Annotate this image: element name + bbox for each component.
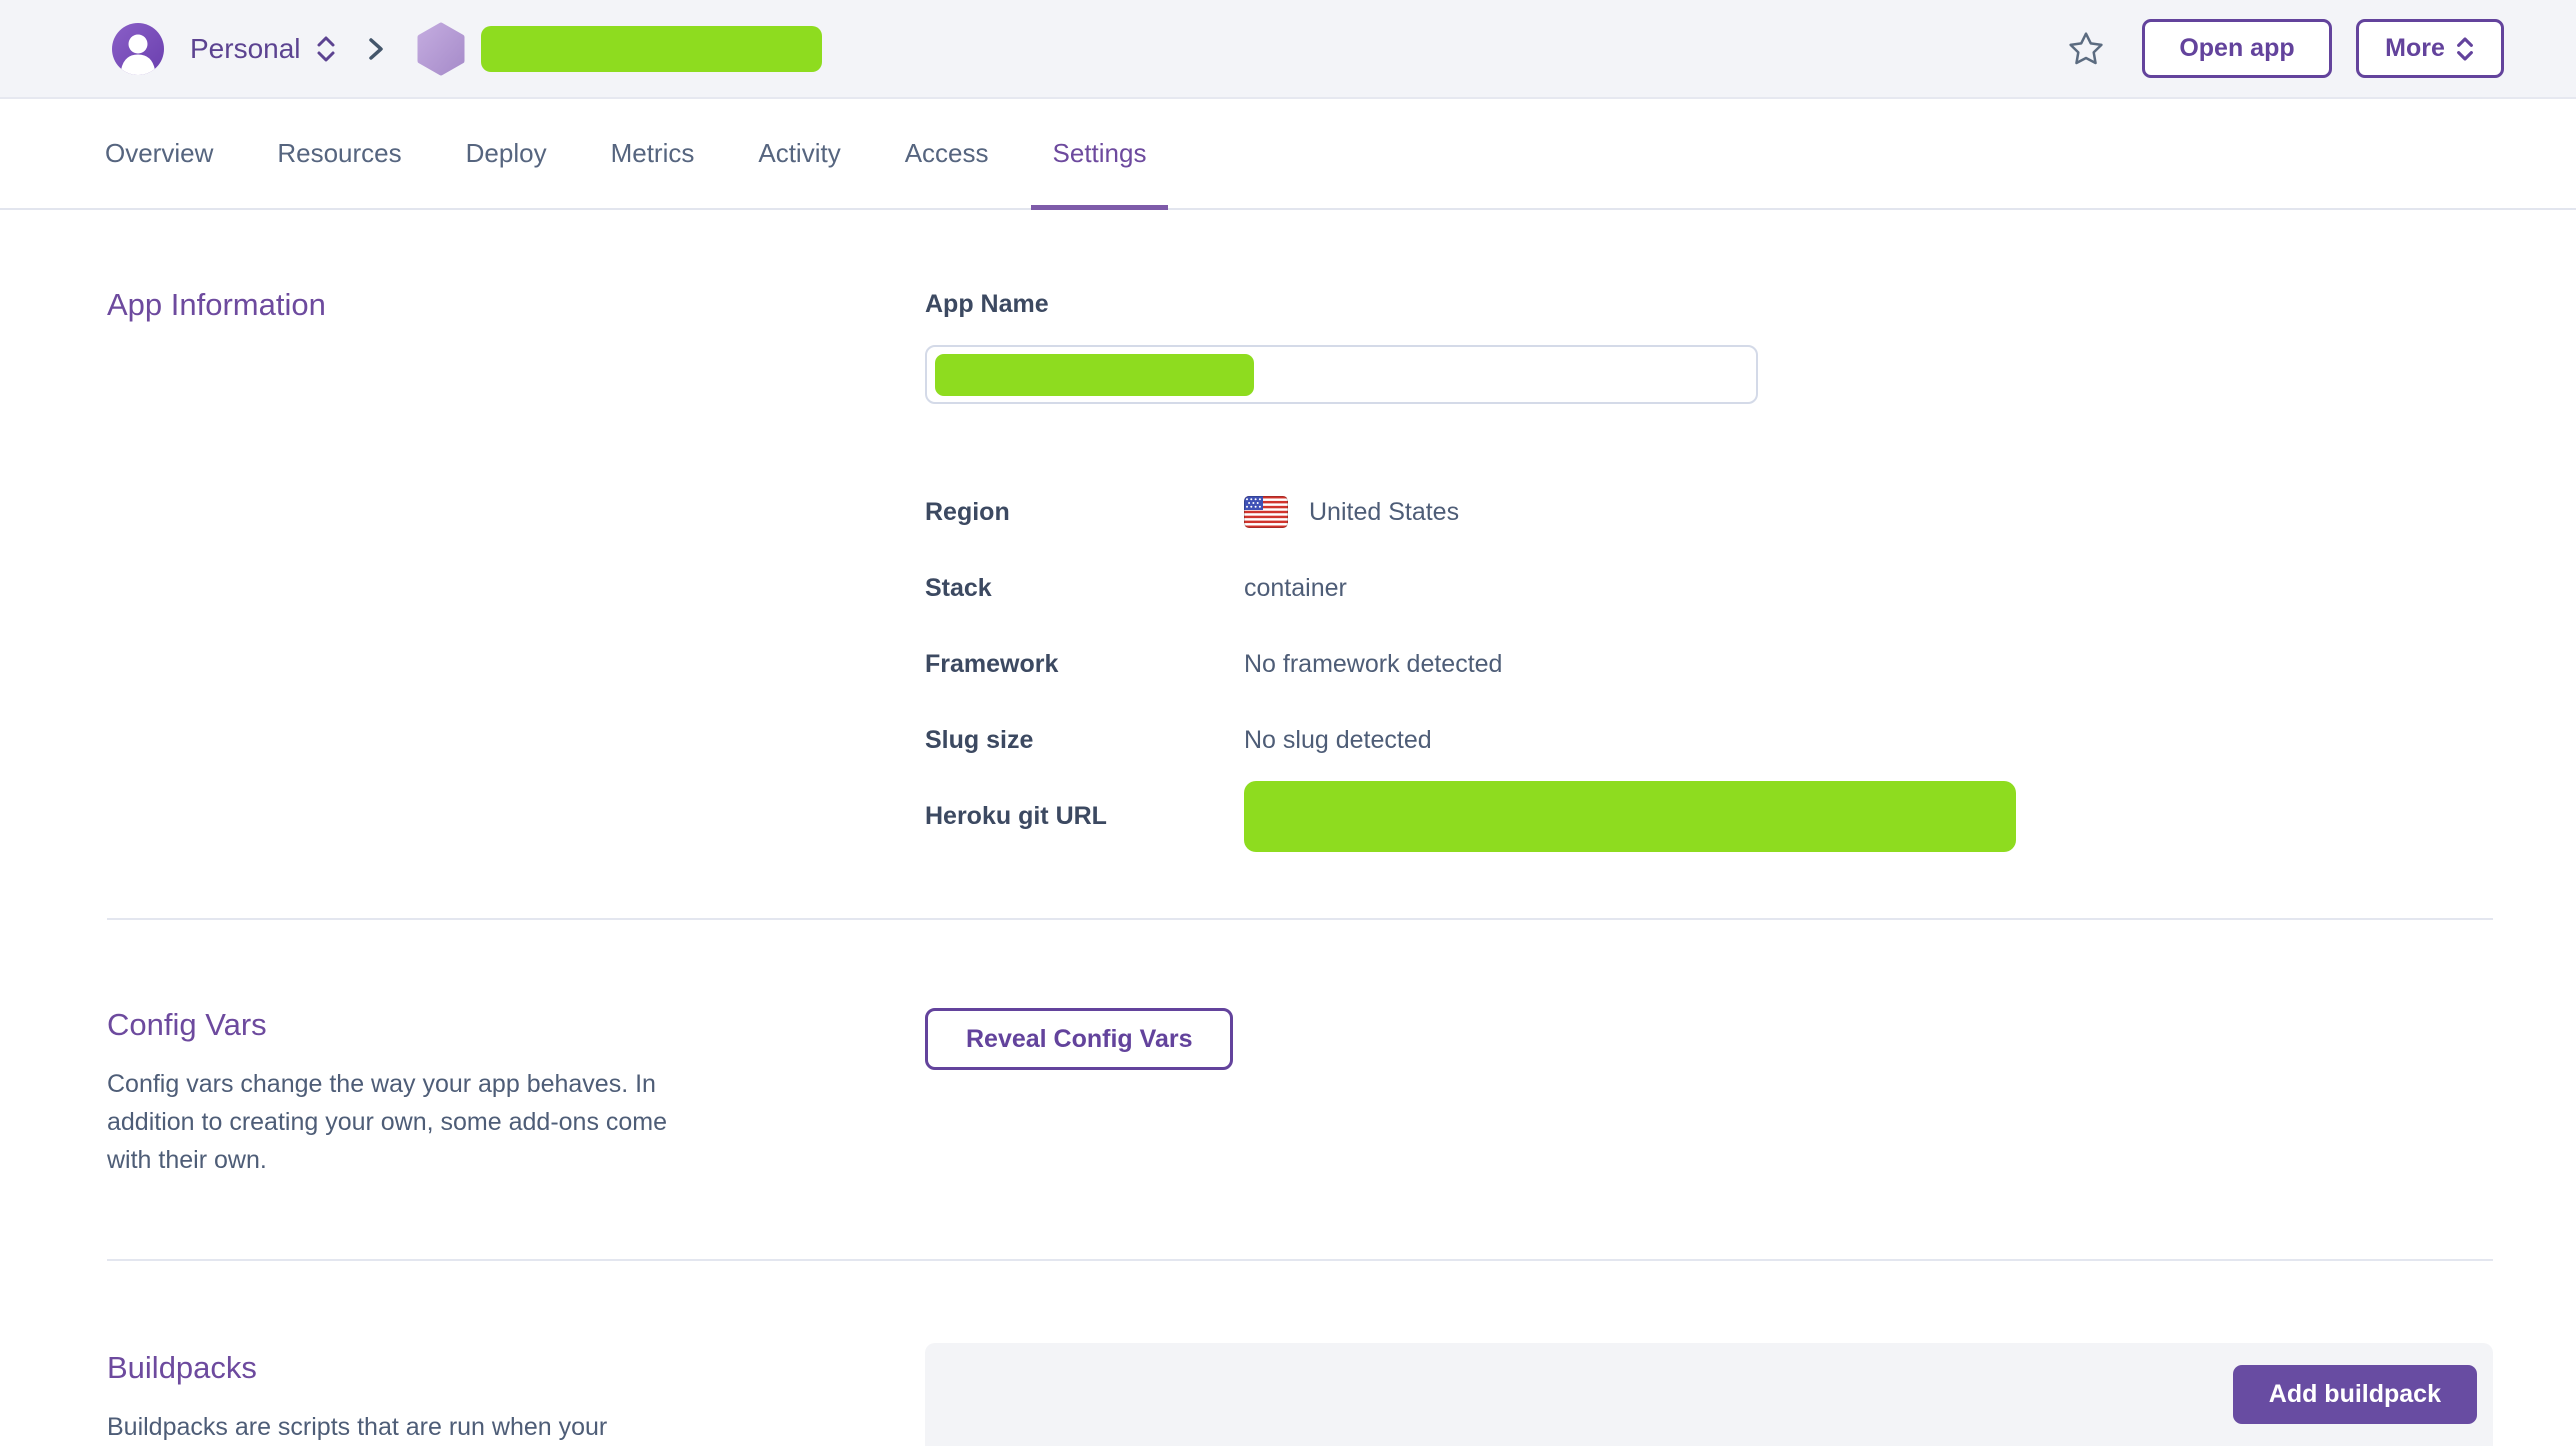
workspace-selector[interactable]: Personal [190,33,301,65]
app-nav-tabs: Overview Resources Deploy Metrics Activi… [0,99,2576,210]
more-button-label: More [2385,34,2445,63]
buildpacks-description: Buildpacks are scripts that are run when… [107,1408,672,1446]
framework-label: Framework [925,650,1244,679]
breadcrumb: Personal [112,22,822,76]
workspace-sort-chevrons-icon[interactable] [315,34,337,64]
chevron-right-icon [365,33,387,65]
app-name-input[interactable] [925,345,1758,404]
slug-size-value: No slug detected [1244,726,1432,755]
tab-metrics[interactable]: Metrics [589,99,717,208]
config-vars-section: Config Vars Config vars change the way y… [0,1008,2576,1179]
app-name-input-redacted [935,354,1254,396]
buildpacks-heading: Buildpacks [107,1351,925,1384]
tab-overview[interactable]: Overview [83,99,235,208]
app-name-label: App Name [925,288,2493,321]
open-app-button[interactable]: Open app [2142,19,2332,78]
region-row: Region [925,474,2493,550]
favorite-star-icon[interactable] [2066,29,2106,69]
region-value: United States [1244,496,1459,528]
app-information-fields-col: App Name Region [925,288,2493,854]
slug-size-label: Slug size [925,726,1244,755]
app-name-redacted[interactable] [481,26,822,72]
more-sort-chevrons-icon [2455,35,2475,63]
more-button[interactable]: More [2356,19,2504,78]
app-information-rows: Region [925,474,2493,854]
buildpacks-panel-col: Add buildpack [925,1343,2493,1446]
user-avatar-icon[interactable] [112,23,164,75]
app-information-heading-col: App Information [107,288,925,854]
tab-settings[interactable]: Settings [1031,99,1169,208]
top-bar: Personal [0,0,2576,99]
buildpacks-panel: Add buildpack [925,1343,2493,1446]
tab-access[interactable]: Access [883,99,1011,208]
reveal-config-vars-button[interactable]: Reveal Config Vars [925,1008,1233,1070]
buildpacks-text-col: Buildpacks Buildpacks are scripts that a… [107,1351,925,1446]
us-flag-icon [1244,496,1288,528]
heroku-git-url-redacted [1244,781,2016,852]
settings-content: App Information App Name Region [0,288,2576,1446]
tab-deploy[interactable]: Deploy [444,99,569,208]
config-vars-heading: Config Vars [107,1008,925,1041]
tab-activity[interactable]: Activity [736,99,862,208]
tab-resources[interactable]: Resources [255,99,423,208]
framework-row: Framework No framework detected [925,626,2493,702]
app-information-section: App Information App Name Region [0,288,2576,854]
stack-value: container [1244,574,1347,603]
section-divider [107,1259,2493,1261]
region-label: Region [925,498,1244,527]
heroku-git-url-label: Heroku git URL [925,802,1244,831]
heroku-git-url-row: Heroku git URL [925,778,2493,854]
add-buildpack-button[interactable]: Add buildpack [2233,1365,2477,1424]
config-vars-action-col: Reveal Config Vars [925,1008,2493,1179]
framework-value: No framework detected [1244,650,1502,679]
app-information-heading: App Information [107,288,925,321]
top-bar-actions: Open app More [2066,19,2504,78]
buildpacks-section: Buildpacks Buildpacks are scripts that a… [0,1351,2576,1446]
section-divider [107,918,2493,920]
stack-row: Stack container [925,550,2493,626]
app-hexagon-icon [417,22,465,76]
region-value-text: United States [1309,498,1459,527]
config-vars-text-col: Config Vars Config vars change the way y… [107,1008,925,1179]
config-vars-description: Config vars change the way your app beha… [107,1065,672,1179]
slug-size-row: Slug size No slug detected [925,702,2493,778]
stack-label: Stack [925,574,1244,603]
heroku-app-settings-page: Personal [0,0,2576,1446]
